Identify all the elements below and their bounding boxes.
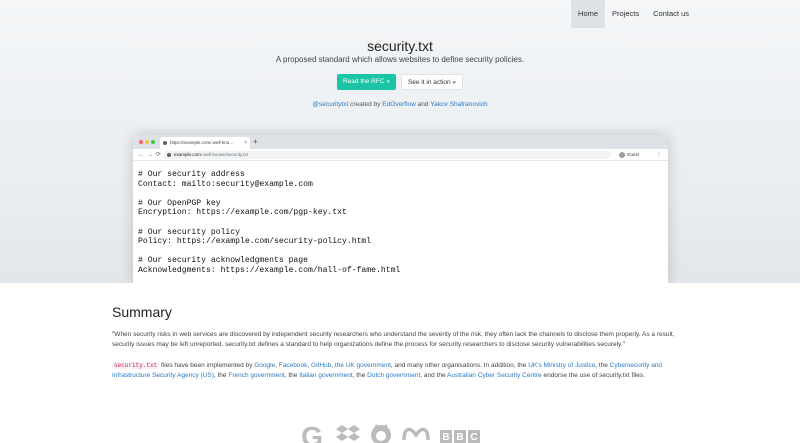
close-icon: ×: [244, 140, 247, 146]
page-title: security.txt: [367, 38, 433, 54]
info-icon: [167, 153, 171, 157]
url-host: example.com: [174, 152, 201, 157]
reload-icon: ⟳: [156, 152, 165, 158]
facebook-link[interactable]: Facebook: [279, 362, 308, 369]
browser-tab-bar: https://example.com/.well-kno... × +: [133, 135, 668, 149]
summary-quote: "When security risks in web services are…: [112, 331, 675, 349]
profile-label: Guest: [627, 152, 640, 157]
security-txt-content: # Our security address Contact: mailto:se…: [133, 161, 668, 276]
meta-logo-icon: [402, 427, 430, 441]
p2-text: , and the: [420, 372, 448, 380]
bbc-logo-letter: B: [456, 432, 463, 443]
github-logo-icon: [371, 424, 391, 443]
browser-nav-icons: ←→⟳: [138, 149, 164, 161]
code-line: # Our security address: [138, 170, 245, 179]
profile-chip: Guest: [619, 151, 639, 159]
bbc-logo-letter: C: [470, 432, 477, 443]
browser-url-bar: ←→⟳ example.com/.well-known/security.txt…: [133, 149, 668, 161]
code-line: Contact: mailto:security@example.com: [138, 179, 313, 189]
italian-government-link[interactable]: Italian government: [299, 372, 352, 379]
dropbox-logo-icon: [336, 425, 360, 441]
browser-tab: https://example.com/.well-kno... ×: [160, 137, 250, 149]
code-line: # Our OpenPGP key: [138, 198, 221, 208]
browser-tab-title: https://example.com/.well-kno...: [170, 140, 234, 145]
inline-code: security.txt: [112, 362, 160, 369]
uk-moj-link[interactable]: UK's Ministry of Justice: [528, 362, 595, 369]
close-window-dot: [139, 140, 143, 144]
code-line: Encryption: https://example.com/pgp-key.…: [138, 208, 347, 218]
browser-mockup: https://example.com/.well-kno... × + ←→⟳…: [133, 135, 668, 283]
bbc-logo-icon: B B C: [440, 430, 480, 443]
url-path: /.well-known/security.txt: [200, 152, 248, 157]
p2-text: files have been implemented by: [159, 362, 255, 369]
hero-section: Home Projects Contact us security.txt A …: [0, 0, 800, 283]
author-edoverflow-link[interactable]: EdOverflow: [382, 101, 416, 108]
credits-line: @securitytxt created by EdOverflow and Y…: [0, 101, 800, 108]
dutch-government-link[interactable]: Dutch government: [367, 372, 420, 379]
code-line: Policy: https://example.com/security-pol…: [138, 237, 372, 247]
google-logo-icon: G: [301, 424, 323, 443]
forward-icon: →: [147, 152, 156, 158]
summary-heading: Summary: [112, 304, 172, 320]
uk-government-link[interactable]: the UK government: [335, 362, 391, 369]
bbc-logo-letter: B: [442, 432, 449, 443]
acsc-link[interactable]: Australian Cyber Security Centre: [447, 372, 542, 379]
nav-projects[interactable]: Projects: [605, 0, 646, 28]
nav-contact[interactable]: Contact us: [646, 0, 696, 28]
author-yakov-link[interactable]: Yakov Shafranovich: [430, 101, 487, 108]
code-line: # Our security acknowledgments page: [138, 256, 308, 266]
google-logo-letter: G: [301, 424, 323, 443]
page-subtitle: A proposed standard which allows website…: [275, 55, 525, 64]
see-in-action-button[interactable]: See it in action »: [400, 74, 464, 90]
p2-text: , the: [595, 362, 610, 369]
globe-icon: [163, 141, 167, 145]
plus-icon: +: [253, 137, 258, 146]
hero-buttons: Read the RFC » See it in action »: [0, 74, 800, 90]
address-bar: example.com/.well-known/security.txt: [164, 151, 611, 159]
github-link[interactable]: GitHub: [311, 362, 331, 369]
maximize-window-dot: [151, 140, 155, 144]
adopter-logos: G B B C: [298, 424, 482, 443]
user-icon: [619, 152, 625, 158]
google-link[interactable]: Google: [254, 362, 275, 369]
p2-text: , the: [352, 372, 368, 380]
back-icon: ←: [138, 152, 147, 158]
minimize-window-dot: [145, 140, 149, 144]
read-rfc-button[interactable]: Read the RFC »: [336, 74, 396, 90]
p2-text: , the: [213, 372, 229, 380]
more-menu-icon: ⋮: [656, 152, 662, 158]
credits-and: and: [417, 101, 429, 108]
code-line: # Our security policy: [138, 227, 240, 237]
nav-home[interactable]: Home: [571, 0, 606, 28]
implementations-paragraph: security.txt files have been implemented…: [112, 361, 688, 382]
p2-text: , the: [284, 372, 300, 380]
french-government-link[interactable]: French government: [228, 372, 284, 379]
p2-text: , and many other organisations. In addit…: [390, 362, 529, 369]
code-line: Acknowledgments: https://example.com/hal…: [138, 265, 401, 275]
p2-text: endorse the use of security.txt files.: [541, 372, 645, 380]
top-nav: Home Projects Contact us: [571, 0, 696, 28]
twitter-handle-link[interactable]: @securitytxt: [312, 101, 348, 108]
credits-text: created by: [350, 101, 381, 108]
